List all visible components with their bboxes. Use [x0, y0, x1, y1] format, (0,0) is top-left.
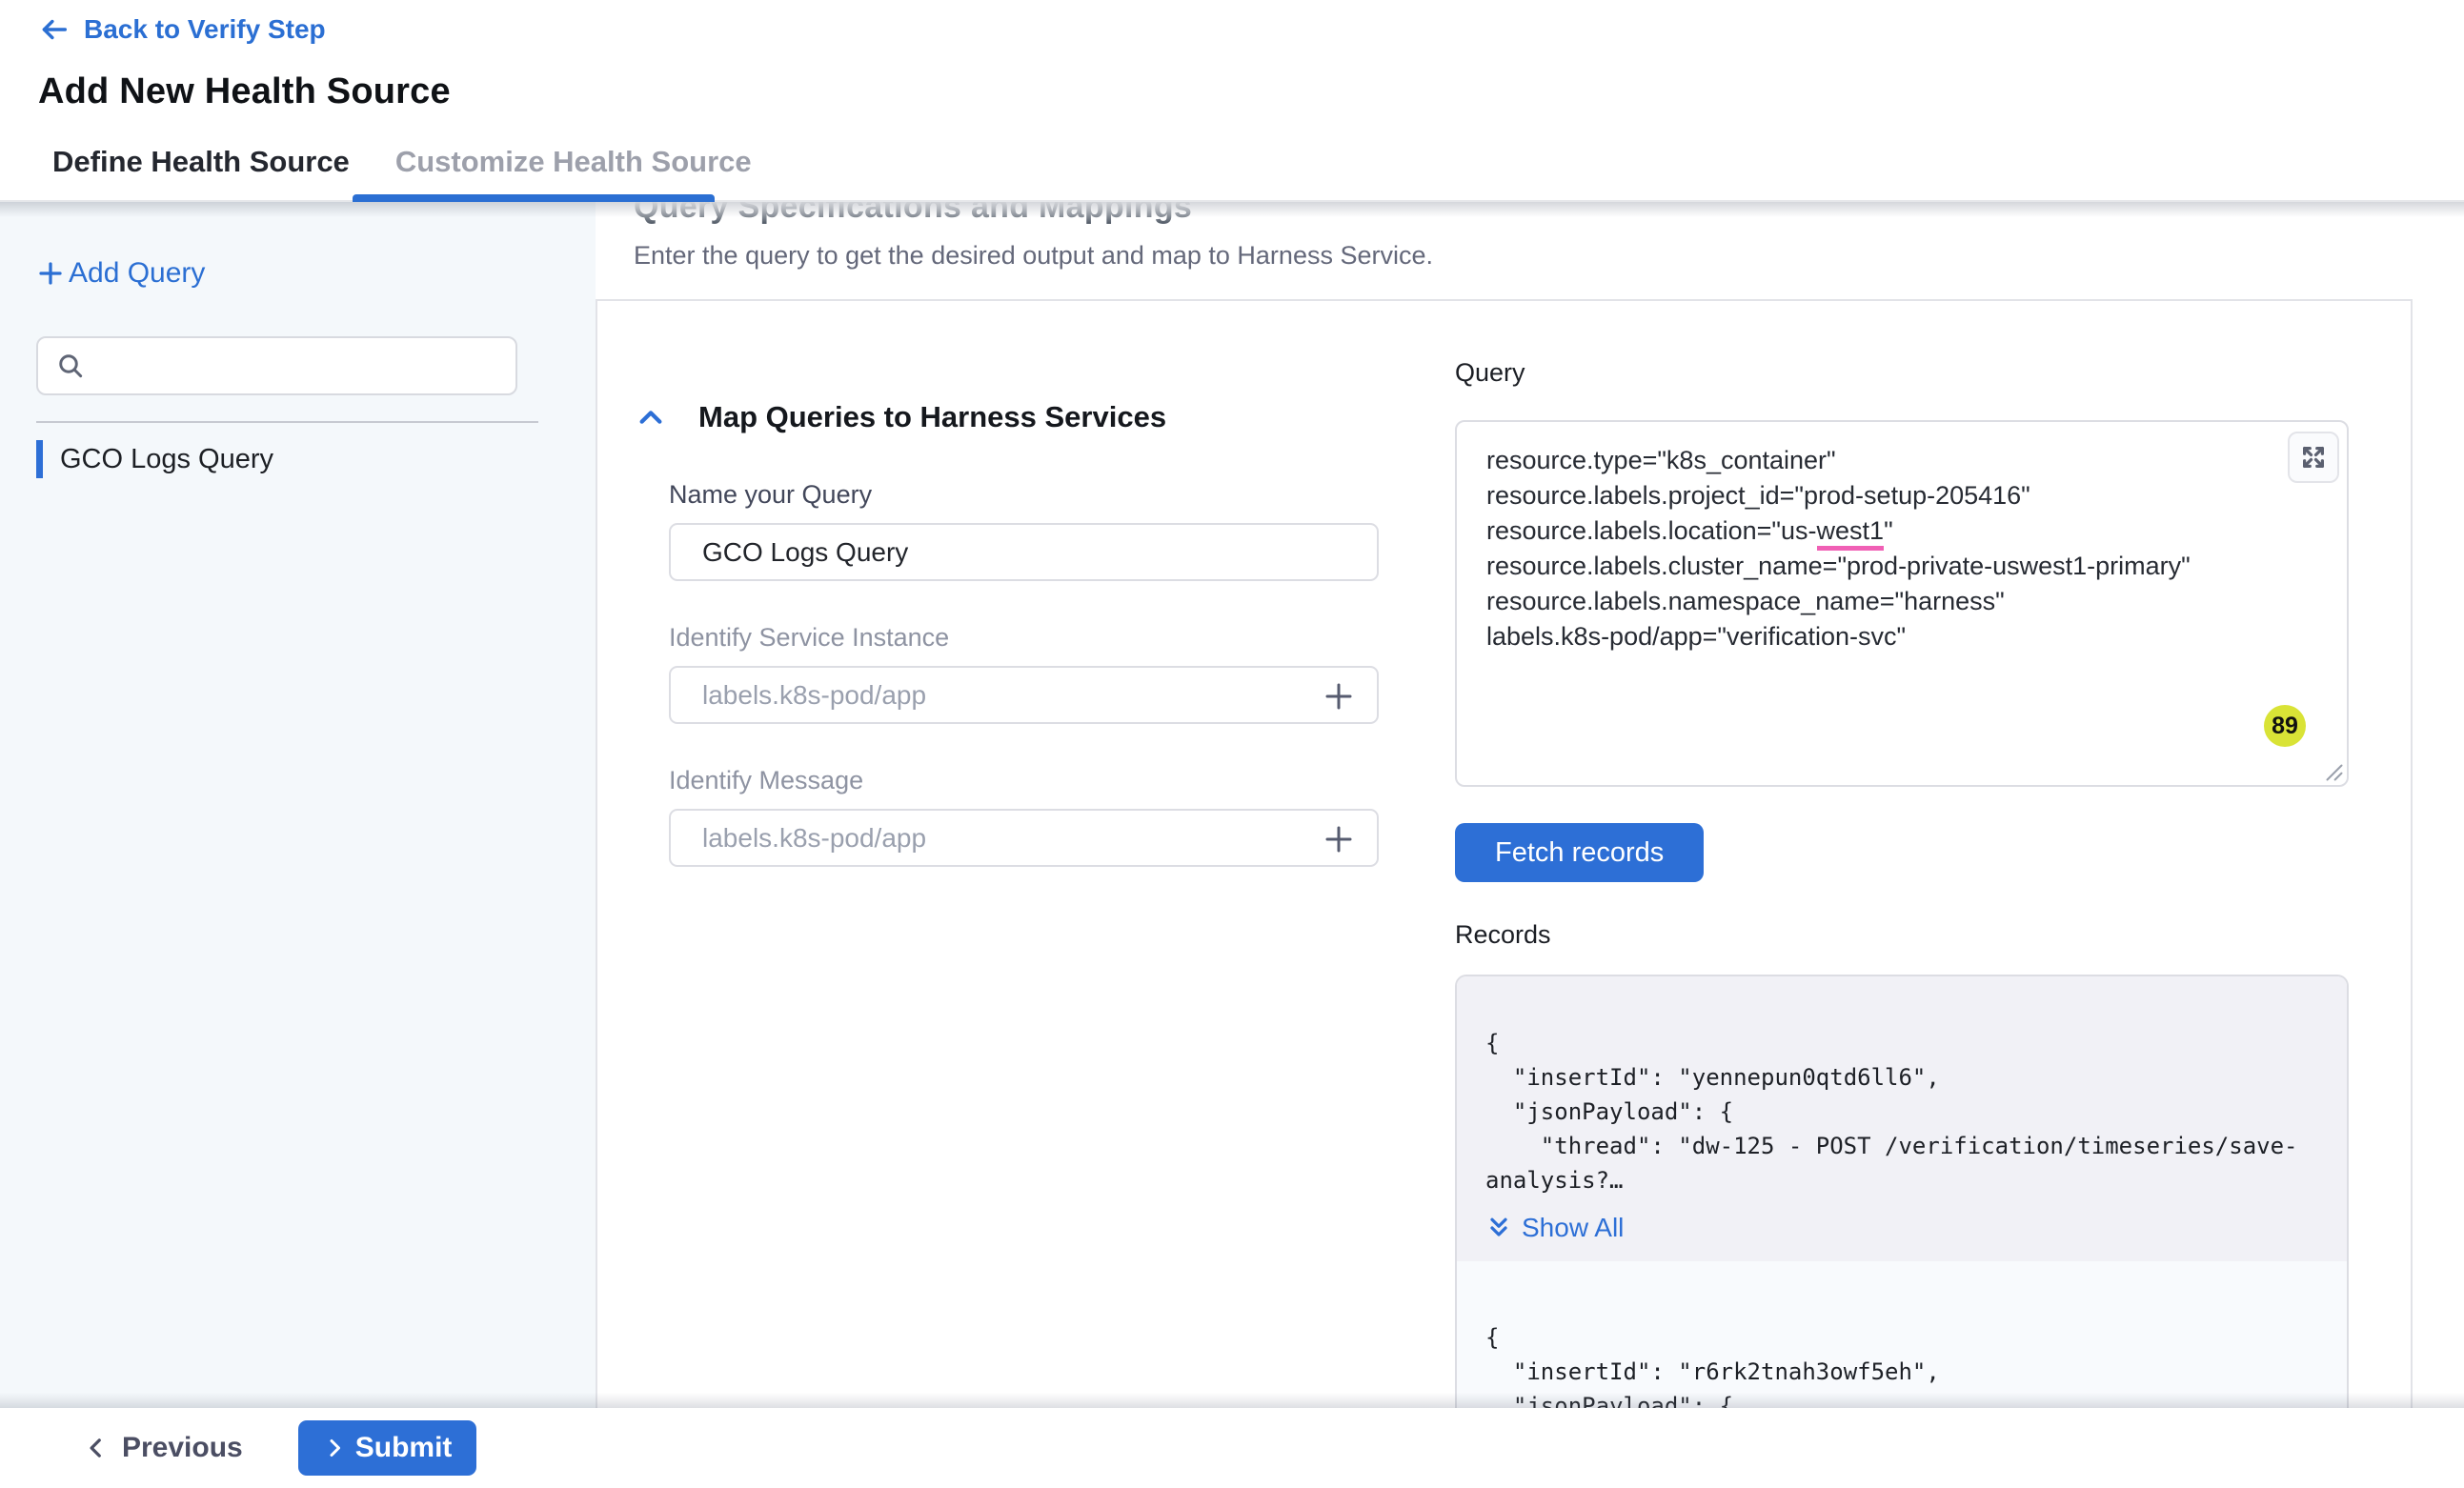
record-json-2: { "insertId": "r6rk2tnah3owf5eh", "jsonP… — [1485, 1320, 2332, 1408]
chevron-right-icon — [323, 1437, 346, 1459]
resize-handle-icon[interactable] — [2325, 763, 2344, 782]
query-line: labels.k8s-pod/app="verification-svc" — [1486, 619, 2290, 654]
record-json-1: { "insertId": "yennepun0qtd6ll6", "jsonP… — [1485, 1026, 2332, 1197]
add-query-button[interactable]: Add Query — [36, 257, 205, 290]
tab-define-health-source[interactable]: Define Health Source — [52, 145, 350, 179]
tab-customize-health-source[interactable]: Customize Health Source — [395, 145, 752, 179]
main-panel: Query Specifications and Mappings Enter … — [596, 202, 2464, 1408]
query-column: Query resource.type="k8s_container" reso… — [1455, 358, 2349, 1408]
query-line: resource.labels.project_id="prod-setup-2… — [1486, 478, 2290, 513]
message-input[interactable] — [669, 809, 1379, 867]
add-message-icon[interactable] — [1322, 822, 1356, 856]
previous-label: Previous — [122, 1432, 243, 1464]
health-source-tabs: Define Health Source Customize Health So… — [0, 124, 2464, 202]
map-queries-section-header[interactable]: Map Queries to Harness Services — [636, 400, 1379, 434]
record-item-2[interactable]: { "insertId": "r6rk2tnah3owf5eh", "jsonP… — [1457, 1261, 2347, 1408]
char-count-badge: 89 — [2264, 705, 2306, 747]
show-all-label: Show All — [1522, 1213, 1624, 1243]
back-link-label: Back to Verify Step — [84, 14, 326, 45]
query-search-box[interactable] — [36, 336, 517, 395]
query-list-item-gco-logs[interactable]: GCO Logs Query — [36, 440, 596, 478]
fullscreen-icon — [2299, 443, 2328, 472]
show-all-link[interactable]: Show All — [1485, 1213, 1624, 1243]
sidebar-divider — [36, 421, 538, 423]
records-panel: { "insertId": "yennepun0qtd6ll6", "jsonP… — [1455, 975, 2349, 1408]
query-item-label: GCO Logs Query — [60, 444, 273, 475]
identify-message-label: Identify Message — [669, 766, 1379, 795]
submit-button[interactable]: Submit — [298, 1420, 477, 1476]
message-field — [636, 795, 1379, 867]
section-heading: Query Specifications and Mappings — [634, 202, 2464, 226]
query-line: resource.labels.namespace_name="harness" — [1486, 584, 2290, 619]
query-sidebar: Add Query GCO Logs Query — [0, 202, 596, 1408]
map-queries-title: Map Queries to Harness Services — [698, 400, 1166, 434]
add-health-source-page: Back to Verify Step Add New Health Sourc… — [0, 0, 2464, 1488]
add-service-instance-icon[interactable] — [1322, 679, 1356, 714]
page-title: Add New Health Source — [38, 71, 2464, 112]
mapping-form-column: Map Queries to Harness Services Name you… — [636, 358, 1379, 1408]
add-query-label: Add Query — [69, 257, 205, 290]
submit-label: Submit — [355, 1432, 453, 1464]
content-area: Add Query GCO Logs Query Query Specifica… — [0, 202, 2464, 1408]
query-name-input[interactable] — [669, 523, 1379, 581]
service-instance-field — [636, 653, 1379, 724]
active-tab-indicator — [353, 194, 715, 202]
record-item-1[interactable]: { "insertId": "yennepun0qtd6ll6", "jsonP… — [1457, 976, 2347, 1261]
service-instance-input[interactable] — [669, 666, 1379, 724]
selected-indicator-bar — [36, 440, 43, 478]
query-label: Query — [1455, 358, 2349, 388]
fetch-records-button[interactable]: Fetch records — [1455, 823, 1704, 882]
section-subheading: Enter the query to get the desired outpu… — [634, 241, 2464, 271]
query-line-location: resource.labels.location="us-west1" — [1486, 513, 2290, 549]
name-your-query-label: Name your Query — [669, 480, 1379, 510]
query-mapping-card: Map Queries to Harness Services Name you… — [596, 299, 2413, 1408]
query-line: resource.labels.cluster_name="prod-priva… — [1486, 549, 2290, 584]
back-to-verify-step-link[interactable]: Back to Verify Step — [38, 13, 326, 46]
double-chevron-down-icon — [1485, 1215, 1512, 1241]
previous-button[interactable]: Previous — [84, 1432, 243, 1464]
chevron-up-icon[interactable] — [636, 402, 666, 432]
spellcheck-underlined-text: west1 — [1817, 516, 1885, 551]
chevron-left-icon — [84, 1436, 109, 1460]
query-line: resource.type="k8s_container" — [1486, 443, 2290, 478]
identify-service-instance-label: Identify Service Instance — [669, 623, 1379, 653]
footer-bar: Previous Submit — [0, 1408, 2464, 1488]
plus-icon — [36, 259, 65, 288]
main-header: Query Specifications and Mappings Enter … — [596, 202, 2464, 271]
records-label: Records — [1455, 920, 2349, 950]
expand-query-button[interactable] — [2288, 432, 2339, 483]
back-arrow-icon — [38, 13, 71, 46]
search-icon — [55, 351, 86, 381]
query-search-input[interactable] — [99, 352, 498, 381]
top-bar: Back to Verify Step Add New Health Sourc… — [0, 0, 2464, 124]
query-textarea[interactable]: resource.type="k8s_container" resource.l… — [1455, 420, 2349, 787]
